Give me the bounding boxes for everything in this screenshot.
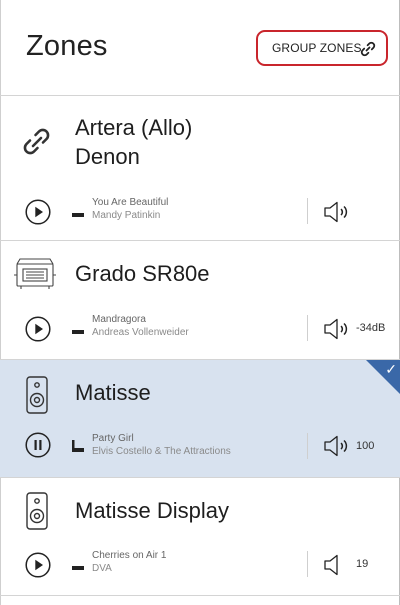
zones-header: Zones GROUP ZONES [0,0,400,96]
volume-icon[interactable] [322,316,354,342]
song-title: Mandragora [92,314,146,325]
speaker-icon [26,376,48,414]
zone-card[interactable]: Artera (Allo) Denon You Are Beautiful Ma… [0,96,400,241]
now-playing: Party Girl Elvis Costello & The Attracti… [92,433,231,458]
artist-name: Elvis Costello & The Attractions [92,445,231,457]
play-button[interactable] [25,199,51,225]
divider [307,433,308,459]
now-playing: Cherries on Air 1 DVA [92,550,166,575]
link-icon [23,128,50,155]
checkmark-icon: ✓ [385,361,397,377]
page-title: Zones [26,30,108,62]
play-button[interactable] [25,316,51,342]
volume-value: 19 [356,558,369,570]
artist-name: DVA [92,562,112,574]
divider [307,551,308,577]
artist-name: Mandy Patinkin [92,209,161,221]
zone-name: Matisse Display [75,498,230,523]
zone-card-selected[interactable]: ✓ Matisse Party Girl Elvis Costello & Th… [0,360,400,478]
divider [307,315,308,341]
zone-name: Artera (Allo) Denon [75,115,193,169]
volume-value: 100 [356,440,375,452]
volume-icon[interactable] [322,199,354,225]
play-button[interactable] [25,552,51,578]
zone-name: Matisse [75,380,151,405]
song-title: Cherries on Air 1 [92,550,167,561]
divider [307,198,308,224]
device-icon [14,258,56,289]
group-zones-label: GROUP ZONES [272,41,362,55]
stopped-indicator [72,330,84,334]
speaker-icon [26,492,48,530]
pause-button[interactable] [25,432,51,458]
group-zones-button[interactable]: GROUP ZONES [256,30,388,66]
artist-name: Andreas Vollenweider [92,326,189,338]
volume-icon[interactable] [322,433,354,459]
zone-card[interactable]: Grado SR80e Mandragora Andreas Vollenwei… [0,241,400,360]
zone-name: Grado SR80e [75,261,210,286]
song-title: Party Girl [92,433,134,444]
volume-value: -34dB [356,322,386,334]
playing-indicator [72,440,84,452]
volume-icon[interactable] [322,552,354,578]
stopped-indicator [72,213,84,217]
song-title: You Are Beautiful [92,197,169,208]
stopped-indicator [72,566,84,570]
now-playing: Mandragora Andreas Vollenweider [92,314,189,339]
link-icon [360,41,376,57]
zone-card[interactable]: Matisse Display Cherries on Air 1 DVA 19 [0,478,400,596]
now-playing: You Are Beautiful Mandy Patinkin [92,197,168,222]
